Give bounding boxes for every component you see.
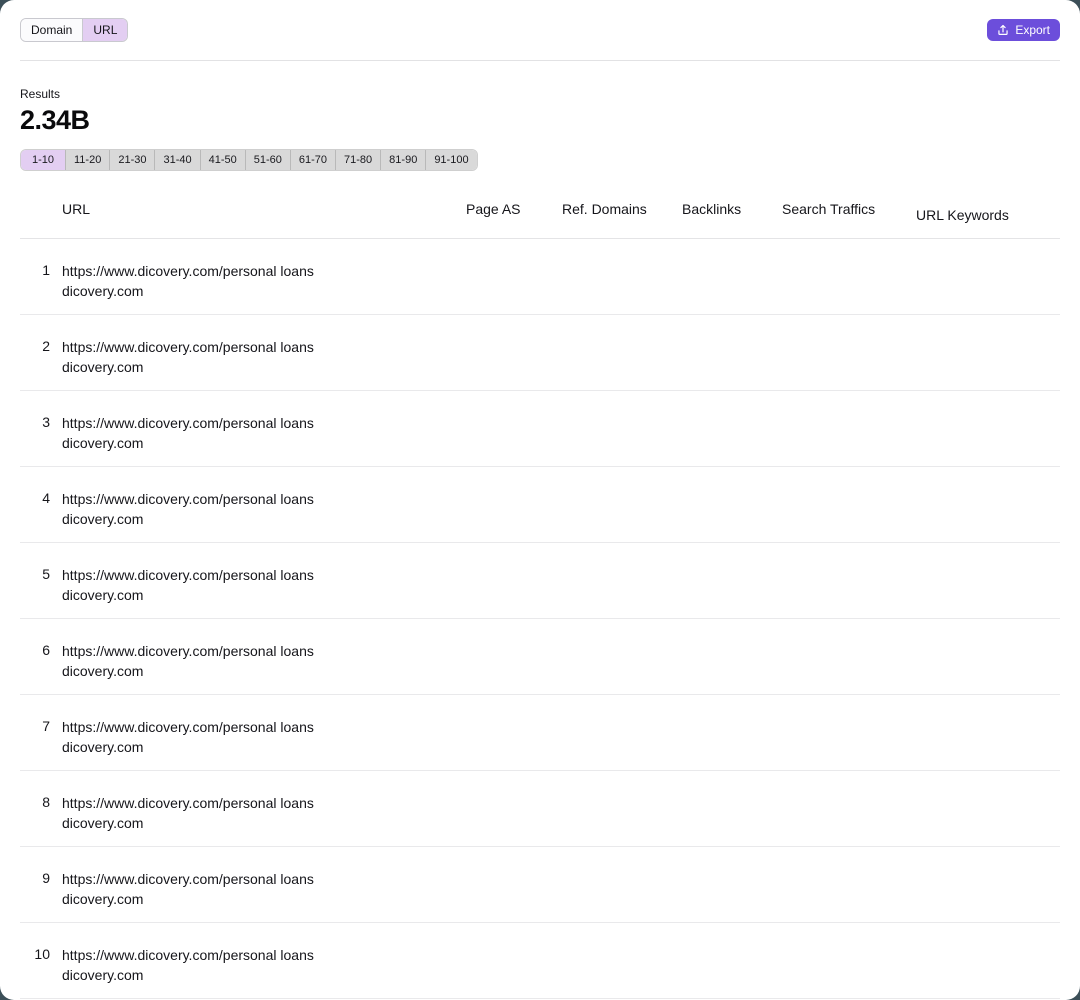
- table-row[interactable]: 2 https://www.dicovery.com/personal loans…: [20, 315, 1060, 391]
- pagination[interactable]: 1-10 11-20 21-30 31-40 41-50 51-60 61-70…: [20, 149, 478, 171]
- row-domain: dicovery.com: [62, 511, 144, 527]
- column-header-search-traffics[interactable]: Search Traffics: [782, 201, 916, 217]
- row-url-link[interactable]: https://www.dicovery.com/personal loans: [62, 489, 466, 509]
- row-url-link[interactable]: https://www.dicovery.com/personal loans: [62, 565, 466, 585]
- pagination-page-71-80[interactable]: 71-80: [335, 150, 381, 170]
- row-url-link[interactable]: https://www.dicovery.com/personal loans: [62, 641, 466, 661]
- domain-url-segmented-control[interactable]: Domain URL: [20, 18, 129, 42]
- column-header-url[interactable]: URL: [62, 201, 466, 217]
- row-url-keywords: [916, 337, 1036, 343]
- row-url-keywords: [916, 413, 1036, 419]
- row-rank: 5: [42, 566, 50, 582]
- table-body: 1 https://www.dicovery.com/personal loans…: [20, 239, 1060, 999]
- row-url-keywords: [916, 869, 1036, 875]
- row-rank: 8: [42, 794, 50, 810]
- row-url-cell[interactable]: https://www.dicovery.com/personal loans d…: [62, 793, 466, 833]
- row-url-cell[interactable]: https://www.dicovery.com/personal loans d…: [62, 641, 466, 681]
- row-rank: 4: [42, 490, 50, 506]
- row-url-link[interactable]: https://www.dicovery.com/personal loans: [62, 869, 466, 889]
- row-url-link[interactable]: https://www.dicovery.com/personal loans: [62, 793, 466, 813]
- table-row[interactable]: 3 https://www.dicovery.com/personal loans…: [20, 391, 1060, 467]
- row-url-link[interactable]: https://www.dicovery.com/personal loans: [62, 261, 466, 281]
- row-url-link[interactable]: https://www.dicovery.com/personal loans: [62, 413, 466, 433]
- pagination-page-61-70[interactable]: 61-70: [289, 150, 336, 170]
- row-domain: dicovery.com: [62, 587, 144, 603]
- export-button[interactable]: Export: [987, 19, 1060, 41]
- results-table: URL Page AS Ref. Domains Backlinks Searc…: [20, 201, 1060, 999]
- row-rank: 1: [42, 262, 50, 278]
- row-url-cell[interactable]: https://www.dicovery.com/personal loans d…: [62, 337, 466, 377]
- row-domain: dicovery.com: [62, 891, 144, 907]
- row-url-keywords: [916, 261, 1036, 267]
- table-row[interactable]: 8 https://www.dicovery.com/personal loans…: [20, 771, 1060, 847]
- column-header-backlinks[interactable]: Backlinks: [682, 201, 782, 217]
- row-url-cell[interactable]: https://www.dicovery.com/personal loans d…: [62, 945, 466, 985]
- row-url-cell[interactable]: https://www.dicovery.com/personal loans d…: [62, 869, 466, 909]
- segment-domain[interactable]: Domain: [21, 19, 83, 41]
- table-header-row: URL Page AS Ref. Domains Backlinks Searc…: [20, 201, 1060, 239]
- segment-url[interactable]: URL: [82, 19, 128, 41]
- results-block: Results 2.34B 1-10 11-20 21-30 31-40 41-…: [0, 61, 1080, 171]
- pagination-page-91-100[interactable]: 91-100: [425, 150, 477, 170]
- pagination-page-51-60[interactable]: 51-60: [244, 150, 290, 170]
- row-rank: 10: [34, 946, 50, 962]
- app-window: Domain URL Export Results 2.34B 1-10 11-…: [0, 0, 1080, 1000]
- table-row[interactable]: 10 https://www.dicovery.com/personal loan…: [20, 923, 1060, 999]
- row-url-keywords: [916, 793, 1036, 799]
- table-row[interactable]: 9 https://www.dicovery.com/personal loans…: [20, 847, 1060, 923]
- pagination-page-1-10[interactable]: 1-10: [21, 150, 65, 170]
- row-rank: 7: [42, 718, 50, 734]
- row-domain: dicovery.com: [62, 815, 144, 831]
- column-header-ref-domains[interactable]: Ref. Domains: [562, 201, 682, 217]
- table-row[interactable]: 5 https://www.dicovery.com/personal loans…: [20, 543, 1060, 619]
- row-url-cell[interactable]: https://www.dicovery.com/personal loans d…: [62, 261, 466, 301]
- row-domain: dicovery.com: [62, 739, 144, 755]
- row-url-link[interactable]: https://www.dicovery.com/personal loans: [62, 337, 466, 357]
- row-rank: 9: [42, 870, 50, 886]
- row-domain: dicovery.com: [62, 283, 144, 299]
- row-rank: 6: [42, 642, 50, 658]
- pagination-page-81-90[interactable]: 81-90: [380, 150, 426, 170]
- row-domain: dicovery.com: [62, 435, 144, 451]
- row-url-keywords: [916, 717, 1036, 723]
- pagination-page-11-20[interactable]: 11-20: [65, 150, 110, 170]
- row-url-cell[interactable]: https://www.dicovery.com/personal loans d…: [62, 413, 466, 453]
- export-button-label: Export: [1015, 23, 1050, 37]
- table-row[interactable]: 4 https://www.dicovery.com/personal loans…: [20, 467, 1060, 543]
- row-url-cell[interactable]: https://www.dicovery.com/personal loans d…: [62, 489, 466, 529]
- row-domain: dicovery.com: [62, 967, 144, 983]
- row-domain: dicovery.com: [62, 359, 144, 375]
- results-label: Results: [20, 87, 61, 101]
- pagination-page-31-40[interactable]: 31-40: [154, 150, 200, 170]
- pagination-page-21-30[interactable]: 21-30: [109, 150, 155, 170]
- row-url-keywords: [916, 641, 1036, 647]
- results-value: 2.34B: [20, 105, 90, 135]
- row-url-link[interactable]: https://www.dicovery.com/personal loans: [62, 945, 466, 965]
- row-rank: 3: [42, 414, 50, 430]
- row-url-keywords: [916, 489, 1036, 495]
- row-rank: 2: [42, 338, 50, 354]
- row-url-keywords: [916, 565, 1036, 571]
- column-header-page-as[interactable]: Page AS: [466, 201, 562, 217]
- upload-icon: [997, 24, 1009, 36]
- row-domain: dicovery.com: [62, 663, 144, 679]
- column-header-url-keywords[interactable]: URL Keywords: [916, 201, 1036, 223]
- row-url-cell[interactable]: https://www.dicovery.com/personal loans d…: [62, 565, 466, 605]
- toolbar: Domain URL Export: [0, 0, 1080, 60]
- table-row[interactable]: 1 https://www.dicovery.com/personal loans…: [20, 239, 1060, 315]
- table-row[interactable]: 7 https://www.dicovery.com/personal loans…: [20, 695, 1060, 771]
- table-row[interactable]: 6 https://www.dicovery.com/personal loans…: [20, 619, 1060, 695]
- row-url-keywords: [916, 945, 1036, 951]
- row-url-cell[interactable]: https://www.dicovery.com/personal loans d…: [62, 717, 466, 757]
- pagination-page-41-50[interactable]: 41-50: [199, 150, 245, 170]
- row-url-link[interactable]: https://www.dicovery.com/personal loans: [62, 717, 466, 737]
